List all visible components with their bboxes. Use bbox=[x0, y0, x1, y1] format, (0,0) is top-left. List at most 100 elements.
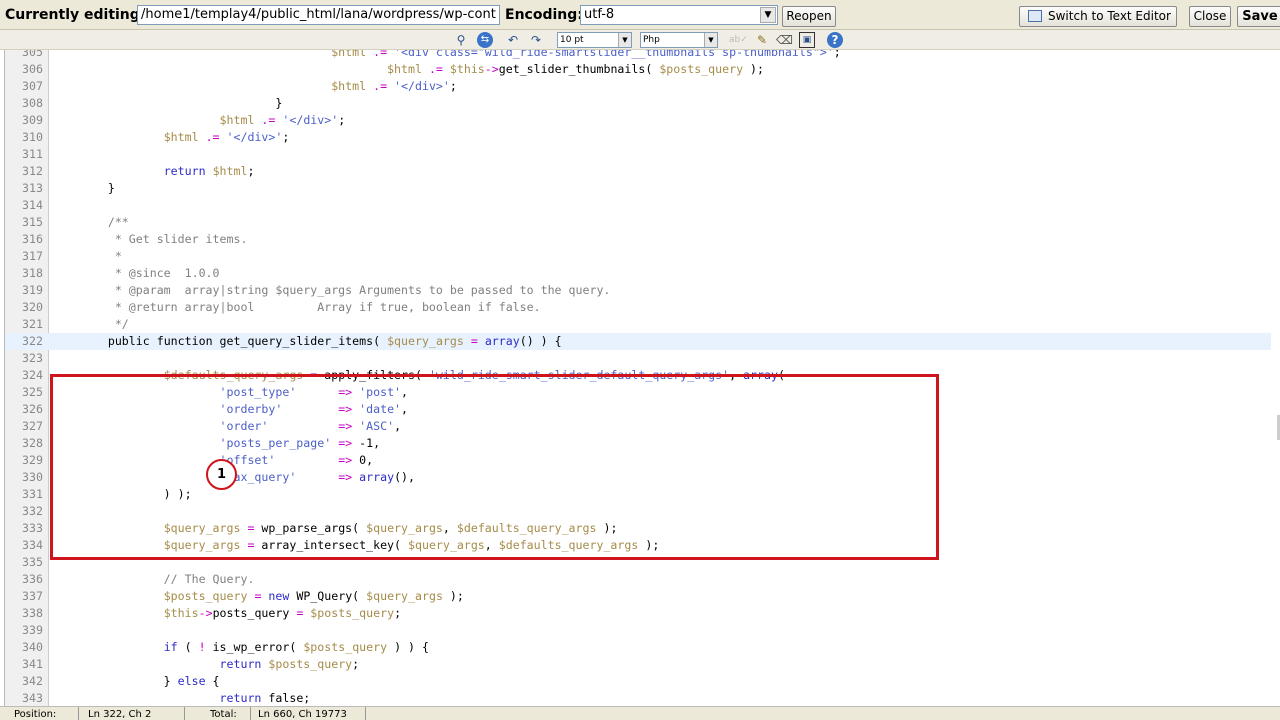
code-line[interactable]: 334 $query_args = array_intersect_key( $… bbox=[5, 537, 1271, 554]
code-line[interactable]: 329 'offset' => 0, bbox=[5, 452, 1271, 469]
code-line[interactable]: 342 } else { bbox=[5, 673, 1271, 690]
code-text[interactable]: // The Query. bbox=[52, 571, 255, 588]
goto-icon[interactable]: ⇆ bbox=[477, 32, 493, 48]
code-text[interactable]: $posts_query = new WP_Query( $query_args… bbox=[52, 588, 464, 605]
code-text[interactable]: $query_args = wp_parse_args( $query_args… bbox=[52, 520, 618, 537]
code-text[interactable]: * @since 1.0.0 bbox=[52, 265, 220, 282]
code-text[interactable]: * Get slider items. bbox=[52, 231, 248, 248]
code-line[interactable]: 311 bbox=[5, 146, 1271, 163]
code-text[interactable]: $defaults_query_args = apply_filters( 'w… bbox=[52, 367, 785, 384]
code-line[interactable]: 310 $html .= '</div>'; bbox=[5, 129, 1271, 146]
code-line[interactable]: 331 ) ); bbox=[5, 486, 1271, 503]
save-button[interactable]: Save bbox=[1237, 6, 1280, 27]
chevron-down-icon[interactable]: ▼ bbox=[618, 33, 631, 47]
code-line[interactable]: 339 bbox=[5, 622, 1271, 639]
code-text[interactable]: 'orderby' => 'date', bbox=[52, 401, 409, 418]
line-number: 315 bbox=[22, 215, 43, 229]
code-line[interactable]: 343 return false; bbox=[5, 690, 1271, 706]
code-text[interactable]: } bbox=[52, 95, 282, 112]
code-text[interactable]: } else { bbox=[52, 673, 220, 690]
redo-icon[interactable]: ↷ bbox=[528, 32, 544, 48]
font-size-select[interactable]: 10 pt ▼ bbox=[557, 32, 632, 48]
help-icon[interactable]: ? bbox=[827, 32, 843, 48]
chevron-down-icon[interactable]: ▼ bbox=[760, 7, 776, 23]
eraser-icon[interactable]: ⌫ bbox=[776, 32, 793, 48]
language-value: Php bbox=[643, 35, 660, 45]
code-line[interactable]: 330 'tax_query' => array(), bbox=[5, 469, 1271, 486]
code-line[interactable]: 323 bbox=[5, 350, 1271, 367]
code-text[interactable]: return $posts_query; bbox=[52, 656, 360, 673]
wand-icon[interactable]: ✎ bbox=[754, 32, 770, 48]
code-text[interactable]: public function get_query_slider_items( … bbox=[52, 333, 562, 350]
code-line[interactable]: 335 bbox=[5, 554, 1271, 571]
code-text[interactable]: * @param array|string $query_args Argume… bbox=[52, 282, 611, 299]
encoding-select[interactable]: utf-8 ▼ bbox=[580, 5, 778, 25]
binoculars-icon[interactable]: ⚲ bbox=[453, 32, 469, 48]
code-text[interactable]: return false; bbox=[52, 690, 311, 706]
code-text[interactable]: * @return array|bool Array if true, bool… bbox=[52, 299, 541, 316]
line-number: 311 bbox=[22, 147, 43, 161]
code-text[interactable]: $query_args = array_intersect_key( $quer… bbox=[52, 537, 660, 554]
fullscreen-icon[interactable]: ▣ bbox=[799, 32, 815, 48]
code-text[interactable]: $html .= $this->get_slider_thumbnails( $… bbox=[52, 61, 764, 78]
code-line[interactable]: 320 * @return array|bool Array if true, … bbox=[5, 299, 1271, 316]
code-text[interactable]: if ( ! is_wp_error( $posts_query ) ) { bbox=[52, 639, 429, 656]
line-number: 314 bbox=[22, 198, 43, 212]
code-editor[interactable]: 305 $html .= '<div class="wild_ride-smar… bbox=[4, 50, 1276, 706]
code-text[interactable]: ) ); bbox=[52, 486, 192, 503]
code-line[interactable]: 306 $html .= $this->get_slider_thumbnail… bbox=[5, 61, 1271, 78]
code-text[interactable]: /** bbox=[52, 214, 129, 231]
code-line[interactable]: 340 if ( ! is_wp_error( $posts_query ) )… bbox=[5, 639, 1271, 656]
code-text[interactable]: */ bbox=[52, 316, 129, 333]
switch-to-text-editor-button[interactable]: Switch to Text Editor bbox=[1019, 6, 1177, 27]
code-line[interactable]: 313 } bbox=[5, 180, 1271, 197]
code-line[interactable]: 341 return $posts_query; bbox=[5, 656, 1271, 673]
code-text[interactable]: 'order' => 'ASC', bbox=[52, 418, 402, 435]
code-line[interactable]: 307 $html .= '</div>'; bbox=[5, 78, 1271, 95]
spellcheck-icon[interactable]: ab✓ bbox=[729, 32, 748, 48]
code-text[interactable]: * bbox=[52, 248, 122, 265]
code-line[interactable]: 319 * @param array|string $query_args Ar… bbox=[5, 282, 1271, 299]
line-number: 309 bbox=[22, 113, 43, 127]
code-text[interactable]: $html .= '<div class="wild_ride-smartsli… bbox=[52, 50, 841, 61]
code-text[interactable]: } bbox=[52, 180, 115, 197]
code-line[interactable]: 309 $html .= '</div>'; bbox=[5, 112, 1271, 129]
code-line[interactable]: 337 $posts_query = new WP_Query( $query_… bbox=[5, 588, 1271, 605]
code-line[interactable]: 332 bbox=[5, 503, 1271, 520]
code-line[interactable]: 315 /** bbox=[5, 214, 1271, 231]
code-line[interactable]: 314 bbox=[5, 197, 1271, 214]
code-line[interactable]: 317 * bbox=[5, 248, 1271, 265]
editor-scrollbar[interactable] bbox=[1276, 50, 1280, 706]
code-line[interactable]: 328 'posts_per_page' => -1, bbox=[5, 435, 1271, 452]
line-number: 342 bbox=[22, 674, 43, 688]
code-line[interactable]: 327 'order' => 'ASC', bbox=[5, 418, 1271, 435]
code-line[interactable]: 324 $defaults_query_args = apply_filters… bbox=[5, 367, 1271, 384]
line-number: 323 bbox=[22, 351, 43, 365]
code-text[interactable]: $html .= '</div>'; bbox=[52, 129, 290, 146]
code-line[interactable]: 308 } bbox=[5, 95, 1271, 112]
code-text[interactable]: 'post_type' => 'post', bbox=[52, 384, 409, 401]
reopen-button[interactable]: Reopen bbox=[782, 6, 836, 27]
code-line[interactable]: 326 'orderby' => 'date', bbox=[5, 401, 1271, 418]
code-line[interactable]: 321 */ bbox=[5, 316, 1271, 333]
file-path-input[interactable]: /home1/templay4/public_html/lana/wordpre… bbox=[137, 5, 500, 25]
undo-icon[interactable]: ↶ bbox=[505, 32, 521, 48]
language-select[interactable]: Php ▼ bbox=[640, 32, 718, 48]
code-line[interactable]: 318 * @since 1.0.0 bbox=[5, 265, 1271, 282]
code-text[interactable]: $html .= '</div>'; bbox=[52, 78, 457, 95]
code-text[interactable]: $html .= '</div>'; bbox=[52, 112, 346, 129]
code-line[interactable]: 305 $html .= '<div class="wild_ride-smar… bbox=[5, 50, 1271, 61]
code-text[interactable]: $this->posts_query = $posts_query; bbox=[52, 605, 401, 622]
code-line[interactable]: 322 public function get_query_slider_ite… bbox=[5, 333, 1271, 350]
code-line[interactable]: 338 $this->posts_query = $posts_query; bbox=[5, 605, 1271, 622]
code-line[interactable]: 325 'post_type' => 'post', bbox=[5, 384, 1271, 401]
code-line[interactable]: 333 $query_args = wp_parse_args( $query_… bbox=[5, 520, 1271, 537]
code-line[interactable]: 312 return $html; bbox=[5, 163, 1271, 180]
line-number: 307 bbox=[22, 79, 43, 93]
chevron-down-icon[interactable]: ▼ bbox=[704, 33, 717, 47]
code-text[interactable]: return $html; bbox=[52, 163, 255, 180]
code-text[interactable]: 'posts_per_page' => -1, bbox=[52, 435, 381, 452]
code-line[interactable]: 336 // The Query. bbox=[5, 571, 1271, 588]
code-line[interactable]: 316 * Get slider items. bbox=[5, 231, 1271, 248]
close-button[interactable]: Close bbox=[1189, 6, 1231, 27]
